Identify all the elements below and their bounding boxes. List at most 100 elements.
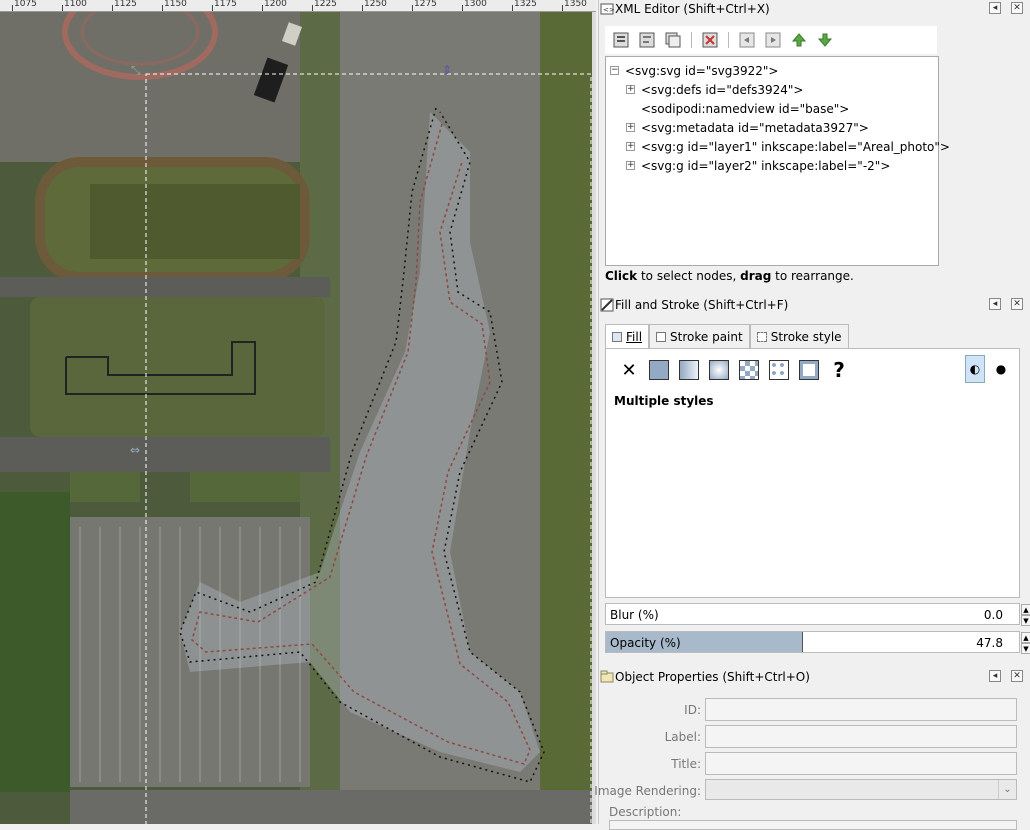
description-field[interactable] bbox=[609, 820, 1017, 830]
middle-field bbox=[30, 297, 325, 437]
ruler-tick bbox=[112, 5, 113, 11]
object-properties-title: Object Properties (Shift+Ctrl+O) bbox=[615, 670, 810, 684]
canvas-drawing[interactable]: ⤡ ⇕ ⇔ bbox=[0, 12, 596, 824]
grass-right-strip bbox=[540, 12, 596, 824]
canvas-scrollbar[interactable] bbox=[592, 12, 596, 824]
raise-node-icon[interactable] bbox=[789, 30, 809, 50]
unknown-paint-icon[interactable]: ? bbox=[828, 358, 850, 382]
ruler-tick bbox=[162, 5, 163, 11]
label-label: Label: bbox=[664, 730, 701, 744]
collapse-icon[interactable]: ◂ bbox=[989, 670, 1001, 682]
stroke-style-tab-icon bbox=[756, 331, 767, 342]
fill-tab-icon bbox=[612, 331, 622, 342]
decrement-icon[interactable]: ▼ bbox=[1021, 615, 1030, 626]
ruler-label: 1200 bbox=[264, 0, 287, 9]
close-icon[interactable]: ✕ bbox=[1011, 2, 1023, 14]
xml-node-label: <svg:metadata id="metadata3927"> bbox=[641, 120, 869, 135]
xml-node-tree[interactable]: − <svg:svg id="svg3922"> + <svg:defs id=… bbox=[605, 56, 950, 266]
xml-node-label: <svg:g id="layer2" inkscape:label="-2"> bbox=[641, 158, 891, 173]
new-text-node-icon[interactable] bbox=[637, 30, 657, 50]
fill-status-text: Multiple styles bbox=[614, 394, 714, 408]
unset-paint-icon[interactable] bbox=[798, 359, 820, 381]
unindent-node-icon[interactable] bbox=[737, 30, 757, 50]
toolbar-separator bbox=[691, 32, 692, 48]
close-icon[interactable]: ✕ bbox=[1011, 298, 1023, 310]
ruler-label: 1350 bbox=[564, 0, 587, 9]
close-icon[interactable]: ✕ bbox=[1011, 670, 1023, 682]
grass-patch-1 bbox=[70, 472, 140, 502]
ruler-label: 1150 bbox=[164, 0, 187, 9]
opacity-stepper[interactable]: ▲ ▼ bbox=[1021, 632, 1030, 654]
flat-color-icon[interactable] bbox=[648, 359, 670, 381]
canvas-area[interactable]: 1075 1100 1125 1150 1175 1200 1225 1250 1275 1300… bbox=[0, 0, 596, 824]
tab-stroke-style[interactable]: Stroke style bbox=[749, 324, 849, 348]
xml-node[interactable]: − <svg:svg id="svg3922"> bbox=[606, 61, 938, 80]
xml-editor-header[interactable]: <> XML Editor (Shift+Ctrl+X) ◂ ✕ bbox=[599, 0, 1030, 18]
expand-node-icon[interactable]: + bbox=[626, 85, 635, 94]
decrement-icon[interactable]: ▼ bbox=[1021, 643, 1030, 654]
tab-fill[interactable]: Fill bbox=[605, 324, 650, 348]
id-field[interactable] bbox=[705, 698, 1017, 721]
pattern-icon[interactable] bbox=[738, 359, 760, 381]
chevron-down-icon[interactable]: ⌄ bbox=[998, 780, 1016, 799]
xml-toolbar bbox=[605, 26, 937, 54]
blur-label: Blur (%) bbox=[610, 608, 659, 622]
linear-gradient-icon[interactable] bbox=[678, 359, 700, 381]
fill-rule-nonzero-icon[interactable]: ● bbox=[991, 355, 1011, 383]
opacity-spinner[interactable]: Opacity (%) 47.8 ▲ ▼ bbox=[605, 631, 1030, 654]
radial-gradient-icon[interactable] bbox=[708, 359, 730, 381]
ruler-label: 1125 bbox=[114, 0, 137, 9]
increment-icon[interactable]: ▲ bbox=[1021, 604, 1030, 615]
opacity-label: Opacity (%) bbox=[610, 636, 681, 650]
road-middle bbox=[0, 437, 330, 472]
title-field[interactable] bbox=[705, 752, 1017, 775]
expand-node-icon[interactable]: + bbox=[626, 123, 635, 132]
tab-label: Stroke paint bbox=[670, 329, 743, 344]
fill-rule-evenodd-icon[interactable]: ◐ bbox=[965, 355, 985, 383]
collapse-node-icon[interactable]: − bbox=[610, 66, 619, 75]
object-properties-header[interactable]: Object Properties (Shift+Ctrl+O) ◂ ✕ bbox=[599, 668, 1030, 686]
road-horizontal bbox=[0, 277, 330, 297]
horizontal-ruler: 1075 1100 1125 1150 1175 1200 1225 1250 1275 1300… bbox=[0, 0, 596, 12]
upper-field-inner bbox=[90, 184, 300, 259]
swatch-icon[interactable] bbox=[768, 359, 790, 381]
xml-node[interactable]: + <svg:g id="layer1" inkscape:label="Are… bbox=[606, 137, 950, 156]
xml-node[interactable]: + <svg:g id="layer2" inkscape:label="-2"… bbox=[606, 156, 938, 175]
xml-node[interactable]: <sodipodi:namedview id="base"> bbox=[606, 99, 938, 118]
expand-node-icon[interactable]: + bbox=[626, 142, 635, 151]
ruler-tick bbox=[512, 5, 513, 11]
image-rendering-select[interactable]: ⌄ bbox=[705, 779, 1017, 800]
expand-node-icon[interactable]: + bbox=[626, 161, 635, 170]
fill-stroke-tabs: Fill Stroke paint Stroke style bbox=[605, 324, 849, 348]
new-element-node-icon[interactable] bbox=[611, 30, 631, 50]
delete-node-icon[interactable] bbox=[700, 30, 720, 50]
no-paint-icon[interactable]: ✕ bbox=[618, 359, 640, 381]
opacity-value[interactable]: 47.8 bbox=[976, 636, 1003, 650]
ruler-tick bbox=[12, 5, 13, 11]
svg-text:<>: <> bbox=[603, 6, 614, 14]
blur-stepper[interactable]: ▲ ▼ bbox=[1021, 604, 1030, 626]
indent-node-icon[interactable] bbox=[763, 30, 783, 50]
xml-node[interactable]: + <svg:metadata id="metadata3927"> bbox=[606, 118, 938, 137]
increment-icon[interactable]: ▲ bbox=[1021, 632, 1030, 643]
ruler-label: 1175 bbox=[214, 0, 237, 9]
label-field[interactable] bbox=[705, 725, 1017, 748]
ruler-tick bbox=[62, 5, 63, 11]
ruler-tick bbox=[362, 5, 363, 11]
collapse-icon[interactable]: ◂ bbox=[989, 2, 1001, 14]
title-label: Title: bbox=[671, 757, 701, 771]
tab-stroke-paint[interactable]: Stroke paint bbox=[649, 324, 750, 348]
xml-hint: Click to select nodes, drag to rearrange… bbox=[605, 269, 854, 283]
blur-value[interactable]: 0.0 bbox=[984, 608, 1003, 622]
dock-panel: <> XML Editor (Shift+Ctrl+X) ◂ ✕ − <svg:… bbox=[594, 0, 1030, 830]
fill-stroke-header[interactable]: Fill and Stroke (Shift+Ctrl+F) ◂ ✕ bbox=[599, 296, 1030, 314]
ruler-label: 1225 bbox=[314, 0, 337, 9]
lower-node-icon[interactable] bbox=[815, 30, 835, 50]
xml-node[interactable]: + <svg:defs id="defs3924"> bbox=[606, 80, 938, 99]
duplicate-node-icon[interactable] bbox=[663, 30, 683, 50]
collapse-icon[interactable]: ◂ bbox=[989, 298, 1001, 310]
grass-patch-2 bbox=[190, 472, 300, 502]
xml-node-label: <svg:svg id="svg3922"> bbox=[625, 63, 779, 78]
blur-spinner[interactable]: Blur (%) 0.0 ▲ ▼ bbox=[605, 603, 1030, 626]
xml-editor-icon: <> bbox=[600, 2, 615, 16]
